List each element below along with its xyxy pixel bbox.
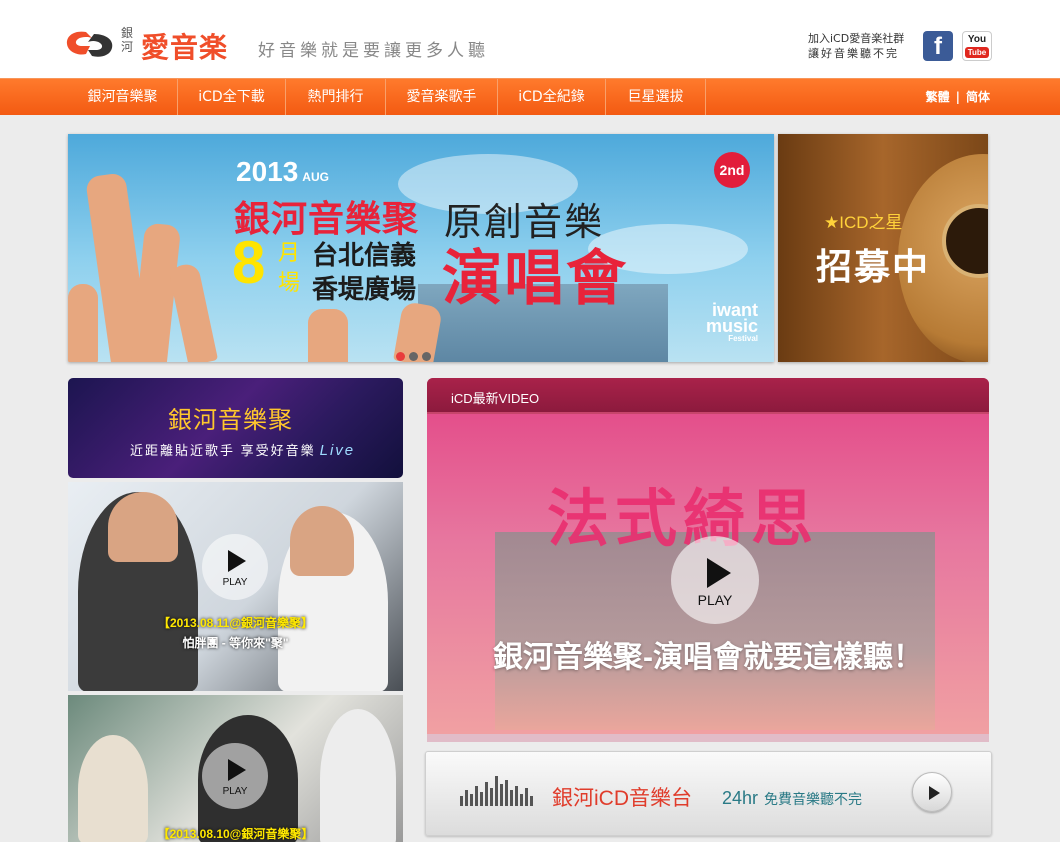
raised-hand-image bbox=[308, 309, 348, 362]
lang-traditional-link[interactable]: 繁體 bbox=[926, 90, 950, 104]
latest-video-player[interactable]: 法式綺思 PLAY 銀河音樂聚-演唱會就要這樣聽！ bbox=[427, 414, 989, 734]
main-nav: 銀河音樂聚 iCD全下載 熱門排行 愛音楽歌手 iCD全紀錄 巨星選拔 繁體 | 简… bbox=[0, 78, 1060, 115]
icd-star-label: ★ICD之星 bbox=[824, 213, 903, 232]
hero-place-line-2: 香堤廣場 bbox=[312, 274, 417, 304]
facebook-icon[interactable]: f bbox=[923, 31, 953, 61]
carousel-dots bbox=[396, 346, 435, 362]
nav-item-hot-chart[interactable]: 熱門排行 bbox=[286, 79, 386, 115]
performer-face bbox=[108, 492, 178, 562]
video-card[interactable]: PLAY 【2013.08.11@銀河音樂聚】 怕胖團 - 等你來"聚" bbox=[68, 482, 403, 691]
carousel-dot[interactable] bbox=[409, 352, 418, 361]
icd-logo-icon[interactable] bbox=[64, 28, 116, 60]
video-big-title: 法式綺思 bbox=[547, 485, 820, 554]
galaxy-gathering-banner[interactable]: 銀河音樂聚 近距離貼近歌手 享受好音樂 Live bbox=[68, 378, 403, 478]
video-slogan: 銀河音樂聚-演唱會就要這樣聽！ bbox=[493, 641, 923, 674]
icd-radio-bar[interactable]: 銀河iCD音樂台 24hr 免費音樂聽不完 bbox=[425, 751, 992, 836]
nav-item-star-selection[interactable]: 巨星選拔 bbox=[606, 79, 706, 115]
lang-separator: | bbox=[955, 90, 960, 104]
carousel-dot[interactable] bbox=[422, 352, 431, 361]
video-date: 【2013.08.10@銀河音樂聚】 bbox=[157, 827, 314, 841]
icd-star-banner[interactable]: ★ICD之星 招募中 bbox=[778, 134, 988, 362]
hero-month-tag: AUG bbox=[302, 170, 329, 184]
hero-number: 8 bbox=[232, 229, 266, 296]
hero-place-line-1: 台北信義 bbox=[312, 240, 417, 270]
youtube-you-text: You bbox=[967, 34, 987, 45]
language-switch: 繁體 | 简体 bbox=[926, 79, 990, 115]
play-icon bbox=[228, 550, 246, 572]
play-button[interactable]: PLAY bbox=[202, 743, 268, 809]
galaxy-banner-title: 銀河音樂聚 bbox=[168, 407, 293, 434]
logo-small-text: 銀河 bbox=[121, 26, 134, 54]
raised-hand-image bbox=[167, 261, 219, 362]
play-button[interactable]: PLAY bbox=[202, 534, 268, 600]
hero-place: 台北信義 香堤廣場 bbox=[312, 238, 416, 306]
latest-video-header: iCD最新VIDEO bbox=[427, 378, 989, 414]
recruit-text: 招募中 bbox=[816, 246, 931, 287]
raised-hand-image bbox=[68, 284, 98, 362]
galaxy-banner-live: Live bbox=[319, 442, 356, 459]
video-card[interactable]: PLAY 【2013.08.10@銀河音樂聚】 bbox=[68, 695, 403, 842]
youtube-icon[interactable]: You Tube bbox=[962, 31, 992, 61]
galaxy-banner-subtitle-text: 近距離貼近歌手 享受好音樂 bbox=[130, 443, 316, 458]
performer-face bbox=[290, 506, 354, 576]
radio-subtitle-text: 免費音樂聽不完 bbox=[764, 791, 863, 807]
radio-title: 銀河iCD音樂台 bbox=[552, 787, 692, 810]
youtube-tube-text: Tube bbox=[965, 47, 989, 58]
radio-play-button[interactable] bbox=[912, 772, 952, 812]
community-text: 加入iCD愛音楽社群 讓好音樂聽不完 bbox=[808, 31, 918, 61]
hero-concert-text: 演唱會 bbox=[442, 245, 628, 312]
radio-subtitle: 24hr 免費音樂聽不完 bbox=[722, 788, 862, 809]
lang-simplified-link[interactable]: 简体 bbox=[966, 90, 990, 104]
site-header: 銀河 愛音楽 好音樂就是要讓更多人聽 加入iCD愛音楽社群 讓好音樂聽不完 f … bbox=[0, 0, 1060, 78]
hero-edition-badge: 2nd bbox=[714, 152, 750, 188]
iwant-music-brand: iwant music bbox=[705, 300, 758, 336]
community-line-2: 讓好音樂聽不完 bbox=[808, 47, 899, 60]
hero-month-field: 月場 bbox=[278, 240, 301, 295]
play-label: PLAY bbox=[222, 577, 248, 588]
play-label: PLAY bbox=[697, 592, 733, 608]
nav-item-icd-download[interactable]: iCD全下載 bbox=[178, 79, 286, 115]
site-slogan: 好音樂就是要讓更多人聽 bbox=[258, 41, 489, 61]
panel-divider bbox=[427, 734, 989, 742]
equalizer-icon bbox=[460, 776, 535, 806]
play-button[interactable]: PLAY bbox=[671, 536, 759, 624]
site-logo-text[interactable]: 愛音楽 bbox=[141, 26, 228, 66]
nav-item-galaxy-gathering[interactable]: 銀河音樂聚 bbox=[68, 79, 178, 115]
video-date: 【2013.08.11@銀河音樂聚】 bbox=[157, 616, 314, 630]
radio-hours: 24hr bbox=[722, 788, 759, 808]
hero-year-number: 2013 bbox=[236, 156, 299, 187]
play-icon bbox=[228, 759, 246, 781]
nav-item-icd-records[interactable]: iCD全紀錄 bbox=[498, 79, 606, 115]
play-icon bbox=[929, 786, 940, 800]
iwant-music-logo: iwant music Festival bbox=[688, 300, 758, 344]
play-icon bbox=[707, 558, 731, 588]
community-line-1: 加入iCD愛音楽社群 bbox=[808, 32, 905, 45]
play-label: PLAY bbox=[222, 786, 248, 797]
performer-image bbox=[320, 709, 396, 842]
nav-item-singers[interactable]: 愛音楽歌手 bbox=[386, 79, 498, 115]
icd-star-text: ICD之星 bbox=[839, 213, 903, 232]
hero-year: 2013 AUG bbox=[236, 156, 329, 188]
carousel-dot[interactable] bbox=[396, 352, 405, 361]
latest-video-heading: iCD最新VIDEO bbox=[451, 391, 540, 406]
latest-video-panel: iCD最新VIDEO 法式綺思 PLAY 銀河音樂聚-演唱會就要這樣聽！ bbox=[427, 378, 989, 734]
galaxy-banner-subtitle: 近距離貼近歌手 享受好音樂 Live bbox=[130, 440, 355, 459]
hero-banner[interactable]: 2013 AUG 銀河音樂聚 原創音樂 8 月場 台北信義 香堤廣場 演唱會 2n… bbox=[68, 134, 774, 362]
video-title: 怕胖團 - 等你來"聚" bbox=[182, 636, 289, 650]
